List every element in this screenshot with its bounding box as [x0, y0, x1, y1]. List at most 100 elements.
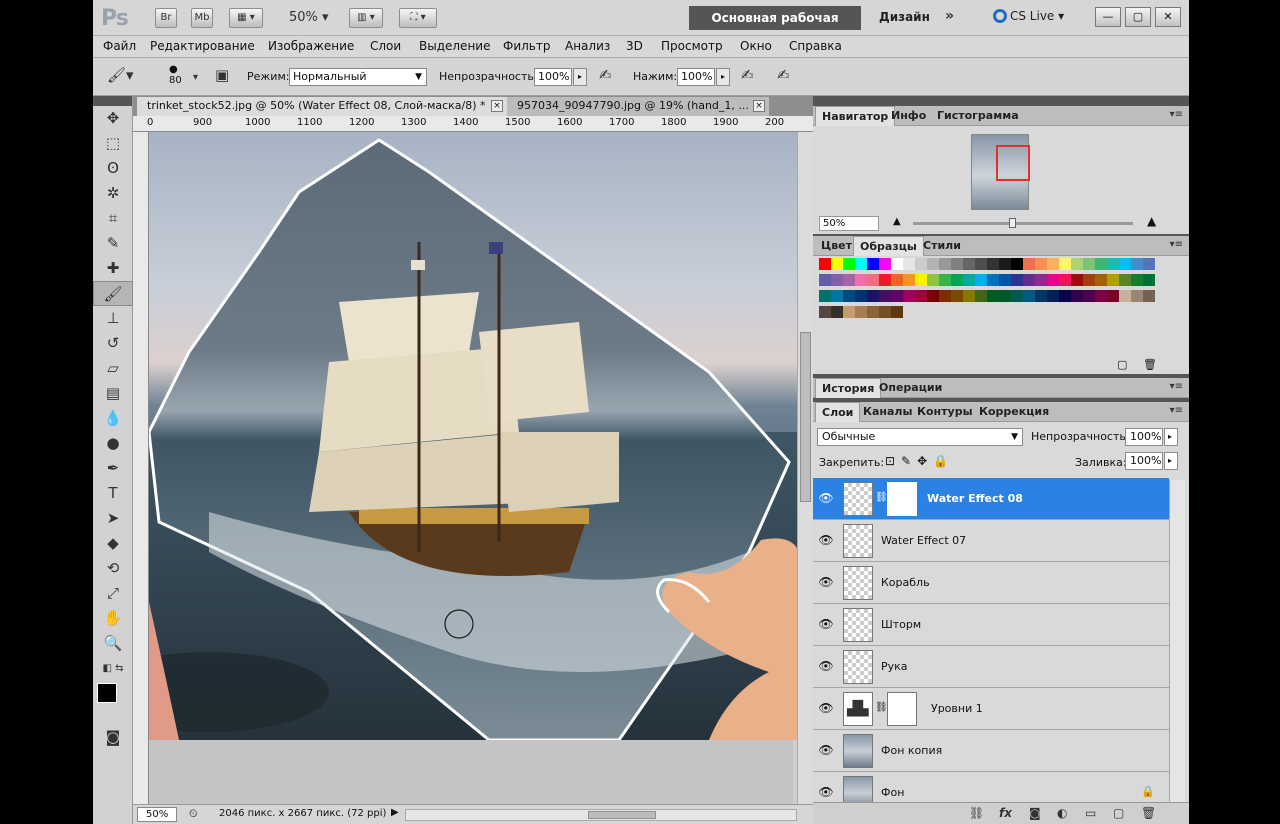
- layer-opacity-input[interactable]: 100%: [1125, 428, 1163, 446]
- flow-input[interactable]: 100%: [677, 68, 715, 86]
- slider-handle[interactable]: [1009, 218, 1016, 228]
- color-swatch[interactable]: [867, 258, 879, 270]
- color-swatch[interactable]: [831, 290, 843, 302]
- clone-stamp-tool-icon[interactable]: ⊥: [93, 306, 133, 331]
- trash-icon[interactable]: 🗑: [1141, 806, 1156, 820]
- color-swatch[interactable]: [915, 274, 927, 286]
- panel-group-grip[interactable]: [813, 96, 1189, 106]
- brush-panel-toggle-icon[interactable]: ▣: [215, 66, 229, 84]
- color-swatch[interactable]: [939, 258, 951, 270]
- fx-icon[interactable]: fx: [999, 806, 1012, 820]
- layer-row[interactable]: 👁 Рука: [813, 646, 1169, 688]
- eye-icon[interactable]: 👁: [817, 743, 835, 757]
- color-swatch[interactable]: [903, 290, 915, 302]
- color-swatch[interactable]: [927, 290, 939, 302]
- status-zoom-field[interactable]: 50%: [137, 807, 177, 822]
- layer-row[interactable]: 👁 Корабль: [813, 562, 1169, 604]
- menu-help[interactable]: Справка: [789, 39, 842, 53]
- airbrush-icon[interactable]: ✍: [741, 66, 754, 84]
- more-workspaces-button[interactable]: »: [945, 8, 954, 24]
- eraser-tool-icon[interactable]: ▱: [93, 356, 133, 381]
- scrollbar-thumb[interactable]: [800, 332, 811, 502]
- zoom-in-icon[interactable]: ▲: [1147, 214, 1156, 228]
- eye-icon[interactable]: 👁: [817, 659, 835, 673]
- adjustment-icon[interactable]: ◐: [1057, 806, 1067, 820]
- 3d-orbit-tool-icon[interactable]: ⤢: [93, 581, 133, 606]
- marquee-tool-icon[interactable]: ⬚: [93, 131, 133, 156]
- bridge-button[interactable]: Br: [155, 8, 177, 28]
- eye-icon[interactable]: 👁: [817, 701, 835, 715]
- default-colors-icon[interactable]: ◧ ⇆: [93, 656, 133, 681]
- screen-mode-button[interactable]: ⛶ ▾: [399, 8, 437, 28]
- mask-icon[interactable]: ◙: [1029, 806, 1041, 820]
- color-swatch[interactable]: [843, 306, 855, 318]
- pen-tool-icon[interactable]: ✒: [93, 456, 133, 481]
- color-swatch[interactable]: [855, 290, 867, 302]
- color-swatch[interactable]: [1095, 274, 1107, 286]
- horizontal-scrollbar[interactable]: [405, 809, 797, 821]
- chevron-down-icon[interactable]: ▾: [193, 72, 198, 83]
- menu-filter[interactable]: Фильтр: [503, 39, 550, 53]
- color-swatch[interactable]: [891, 274, 903, 286]
- workspace-design-button[interactable]: Дизайн: [879, 10, 930, 24]
- menu-image[interactable]: Изображение: [268, 39, 354, 53]
- color-swatch[interactable]: [879, 306, 891, 318]
- healing-brush-tool-icon[interactable]: ✚: [93, 256, 133, 281]
- color-swatch[interactable]: [891, 258, 903, 270]
- color-swatch[interactable]: [915, 258, 927, 270]
- tab-adjustments[interactable]: Коррекция: [973, 402, 1055, 422]
- document-tab-inactive[interactable]: 957034_90947790.jpg @ 19% (hand_1, ... ×: [507, 97, 769, 116]
- color-swatch[interactable]: [1131, 274, 1143, 286]
- layer-mask-thumbnail[interactable]: [887, 692, 917, 726]
- color-swatch[interactable]: [963, 290, 975, 302]
- color-swatch[interactable]: [927, 274, 939, 286]
- color-swatch[interactable]: [1083, 274, 1095, 286]
- tab-histogram[interactable]: Гистограмма: [931, 106, 1025, 126]
- color-swatch[interactable]: [891, 306, 903, 318]
- swatch-grid[interactable]: [819, 258, 1165, 322]
- lock-icons[interactable]: ⊡✎✥🔒: [885, 454, 954, 468]
- color-swatch[interactable]: [855, 258, 867, 270]
- color-swatch[interactable]: [819, 258, 831, 270]
- layer-mask-thumbnail[interactable]: [887, 482, 917, 516]
- color-swatch[interactable]: [1011, 258, 1023, 270]
- tab-info[interactable]: Инфо: [885, 106, 932, 126]
- color-swatch[interactable]: [1119, 290, 1131, 302]
- gradient-tool-icon[interactable]: ▤: [93, 381, 133, 406]
- color-swatch[interactable]: [819, 306, 831, 318]
- document-canvas[interactable]: [149, 132, 801, 740]
- tab-navigator[interactable]: Навигатор: [815, 106, 896, 126]
- layer-row[interactable]: 👁 Water Effect 07: [813, 520, 1169, 562]
- color-swatch[interactable]: [1011, 274, 1023, 286]
- arrange-documents-button[interactable]: ▥ ▾: [349, 8, 383, 28]
- color-swatch[interactable]: [1035, 258, 1047, 270]
- color-swatch[interactable]: [855, 306, 867, 318]
- tab-swatches[interactable]: Образцы: [853, 236, 924, 256]
- minibridge-button[interactable]: Mb: [191, 8, 213, 28]
- color-swatch[interactable]: [879, 258, 891, 270]
- color-swatch[interactable]: [1083, 258, 1095, 270]
- navigator-view-box[interactable]: [996, 145, 1030, 181]
- zoom-level-menu[interactable]: 50% ▾: [289, 10, 329, 25]
- layers-scrollbar[interactable]: [1169, 480, 1185, 802]
- minimize-button[interactable]: —: [1095, 7, 1121, 27]
- layer-row[interactable]: 👁 Шторм: [813, 604, 1169, 646]
- tab-channels[interactable]: Каналы: [857, 402, 918, 422]
- color-swatch[interactable]: [987, 290, 999, 302]
- eye-icon[interactable]: 👁: [817, 575, 835, 589]
- path-selection-tool-icon[interactable]: ➤: [93, 506, 133, 531]
- color-swatch[interactable]: [831, 274, 843, 286]
- view-extras-button[interactable]: ▦ ▾: [229, 8, 263, 28]
- flow-slider-button[interactable]: ▸: [716, 68, 730, 86]
- color-swatch[interactable]: [1143, 290, 1155, 302]
- quick-mask-icon[interactable]: ◙: [93, 725, 133, 750]
- panel-menu-icon[interactable]: ▾≡: [1170, 381, 1183, 392]
- shape-tool-icon[interactable]: ◆: [93, 531, 133, 556]
- zoom-tool-icon[interactable]: 🔍: [93, 631, 133, 656]
- menu-select[interactable]: Выделение: [419, 39, 490, 53]
- color-swatch[interactable]: [879, 290, 891, 302]
- color-swatch[interactable]: [963, 274, 975, 286]
- color-swatch[interactable]: [867, 306, 879, 318]
- move-tool-icon[interactable]: ✥: [93, 106, 133, 131]
- color-swatch[interactable]: [1071, 290, 1083, 302]
